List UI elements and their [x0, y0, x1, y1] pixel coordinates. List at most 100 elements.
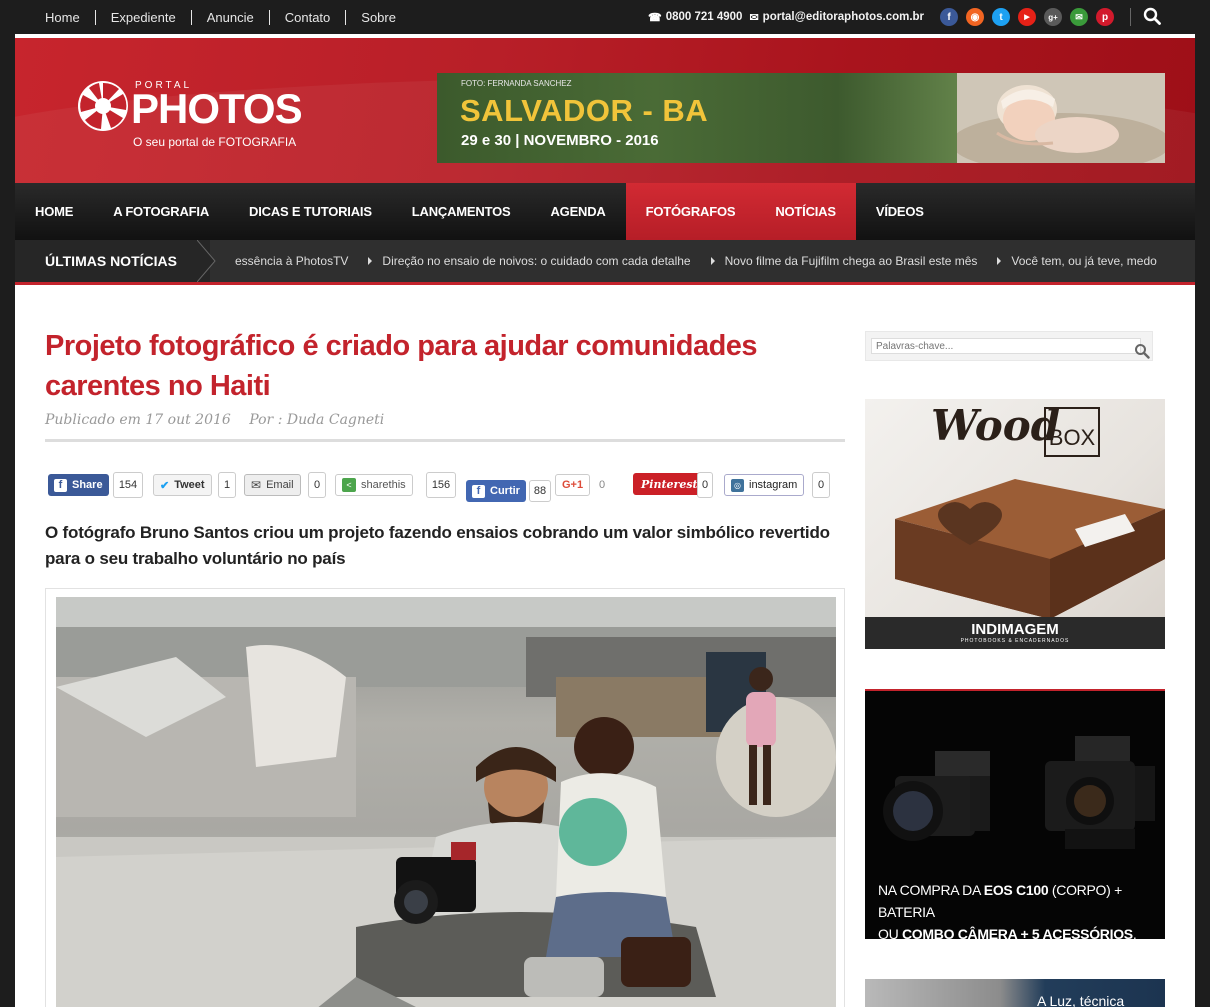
twitter-icon[interactable]: t [992, 8, 1010, 26]
ticker-arrow [197, 240, 216, 282]
article-title: Projeto fotográfico é criado para ajudar… [45, 330, 758, 402]
ticker-item[interactable]: Direção no ensaio de noivos: o cuidado c… [382, 254, 690, 268]
nav-lancamentos[interactable]: LANÇAMENTOS [392, 183, 531, 240]
contact-email[interactable]: portal@editoraphotos.com.br [763, 11, 924, 23]
wooden-box-image [895, 479, 1165, 619]
publish-date: Publicado em 17 out 2016 [45, 412, 231, 428]
canon-ad-line2a: OU [878, 926, 902, 939]
banner-dates: 29 e 30 | NOVEMBRO - 2016 [461, 132, 659, 149]
instagram-count: 0 [812, 472, 830, 498]
top-link-sobre[interactable]: Sobre [346, 10, 411, 25]
facebook-like-button[interactable]: f Curtir [466, 480, 526, 502]
google-plus-button[interactable]: G+1 [555, 474, 591, 496]
woodbox-maker-sub: PHOTOBOOKS & ENCADERNADOS [960, 638, 1070, 644]
woodbox-script: Wood [931, 401, 1061, 450]
social-icons: f ◉ t ▶ g+ ✉ p [940, 8, 1114, 26]
aperture-icon [78, 81, 128, 131]
sidebar-search [865, 331, 1153, 361]
search-input[interactable] [871, 338, 1141, 354]
search-icon[interactable] [1134, 343, 1150, 359]
email-share-button[interactable]: ✉ Email [244, 474, 301, 496]
rss-icon[interactable]: ◉ [966, 8, 984, 26]
ticker-item[interactable]: Novo filme da Fujifilm chega ao Brasil e… [725, 254, 978, 268]
nav-dicas-tutoriais[interactable]: DICAS E TUTORIAIS [229, 183, 392, 240]
ticker-bullet-icon [997, 257, 1002, 265]
article-photo-frame [45, 588, 845, 1007]
baby-photo [957, 73, 1165, 163]
share-bar: f Share 154 ✔ Tweet 1 ✉ Email 0 < sharet… [48, 472, 848, 502]
woodbox-ad[interactable]: Wood BOX INDIMAGEM PHOTOBOOKS & ENCADERN… [865, 399, 1165, 649]
pinterest-count: 0 [697, 472, 713, 498]
main-nav: HOME A FOTOGRAFIA DICAS E TUTORIAIS LANÇ… [15, 183, 1195, 240]
banner-city: SALVADOR - BA [460, 93, 709, 128]
email-icon[interactable]: ✉ [1070, 8, 1088, 26]
tweet-label: Tweet [174, 479, 205, 491]
banner-photo-credit: FOTO: FERNANDA SANCHEZ [461, 79, 572, 88]
nav-agenda[interactable]: AGENDA [530, 183, 625, 240]
ticker-bullet-icon [368, 257, 373, 265]
tweet-count: 1 [218, 472, 236, 498]
instagram-button[interactable]: ◎ instagram [724, 474, 805, 496]
event-banner[interactable]: FOTO: FERNANDA SANCHEZ SALVADOR - BA 29 … [437, 73, 1165, 163]
sharethis-button[interactable]: < sharethis [335, 474, 413, 496]
sharethis-count: 156 [426, 472, 456, 498]
instagram-icon: ◎ [731, 478, 744, 492]
canon-ad-line1b: EOS C100 [983, 882, 1049, 898]
third-ad-text: A Luz, técnica [1037, 993, 1125, 1007]
ticker-item[interactable]: Você tem, ou já teve, medo [1011, 254, 1156, 268]
canon-ad-line1a: NA COMPRA DA [878, 882, 984, 898]
nav-home[interactable]: HOME [15, 183, 93, 240]
envelope-icon: ✉ [749, 11, 759, 24]
google-plus-count: 0 [592, 474, 612, 496]
phone-number: 0800 721 4900 [665, 11, 743, 23]
ticker-item[interactable]: essência à PhotosTV [235, 254, 348, 268]
search-icon[interactable] [1143, 7, 1161, 25]
canon-ad-line2c: , [1132, 926, 1137, 939]
sharethis-icon: < [342, 478, 356, 492]
ticker-items: essência à PhotosTV Direção no ensaio de… [235, 240, 1175, 282]
site-logo[interactable]: PORTAL PHOTOS O seu portal de FOTOGRAFIA [77, 80, 307, 152]
page-edge-right [1195, 34, 1210, 1007]
facebook-share-count: 154 [113, 472, 143, 498]
top-link-contato[interactable]: Contato [270, 9, 347, 25]
site-header: PORTAL PHOTOS O seu portal de FOTOGRAFIA… [15, 38, 1195, 183]
article-meta: Publicado em 17 out 2016 Por : Duda Cagn… [45, 412, 845, 442]
envelope-icon: ✉ [251, 478, 262, 492]
article-photo[interactable] [56, 597, 836, 1007]
photo-scene [56, 597, 836, 1007]
tweet-button[interactable]: ✔ Tweet [153, 474, 212, 496]
nav-videos[interactable]: VÍDEOS [856, 183, 944, 240]
pinterest-icon[interactable]: p [1096, 8, 1114, 26]
top-bar: Home Expediente Anuncie Contato Sobre ☎ … [0, 0, 1210, 34]
news-ticker: ÚLTIMAS NOTÍCIAS essência à PhotosTV Dir… [15, 240, 1195, 285]
facebook-icon: f [472, 484, 485, 498]
ticker-bullet-icon [710, 257, 715, 265]
nav-a-fotografia[interactable]: A FOTOGRAFIA [93, 183, 229, 240]
woodbox-box-text: BOX [1044, 407, 1100, 457]
canon-ad-line2b: COMBO CÂMERA + 5 ACESSÓRIOS [902, 926, 1133, 939]
nav-fotografos[interactable]: FOTÓGRAFOS [625, 183, 756, 240]
top-link-anuncie[interactable]: Anuncie [192, 9, 270, 25]
instagram-label: instagram [749, 479, 798, 491]
ticker-label: ÚLTIMAS NOTÍCIAS [15, 240, 210, 282]
canon-ad[interactable]: NA COMPRA DA EOS C100 (CORPO) + BATERIA … [865, 689, 1165, 939]
facebook-share-label: Share [72, 479, 103, 491]
canon-ad-text: NA COMPRA DA EOS C100 (CORPO) + BATERIA … [878, 879, 1158, 939]
article-lead: O fotógrafo Bruno Santos criou um projet… [45, 523, 830, 568]
top-link-expediente[interactable]: Expediente [96, 9, 192, 25]
top-link-home[interactable]: Home [30, 9, 96, 25]
youtube-icon[interactable]: ▶ [1018, 8, 1036, 26]
pinterest-label: Pinterest [641, 477, 698, 491]
article-author[interactable]: Por : Duda Cagneti [249, 412, 384, 428]
facebook-icon: f [54, 478, 67, 492]
facebook-share-button[interactable]: f Share [48, 474, 109, 496]
email-share-count: 0 [308, 472, 326, 498]
logo-tagline: O seu portal de FOTOGRAFIA [133, 135, 297, 149]
facebook-icon[interactable]: f [940, 8, 958, 26]
woodbox-footer: INDIMAGEM PHOTOBOOKS & ENCADERNADOS [865, 617, 1165, 649]
google-plus-icon[interactable]: g+ [1044, 8, 1062, 26]
pinterest-button[interactable]: Pinterest [633, 473, 706, 495]
top-separator [1130, 8, 1131, 26]
nav-noticias[interactable]: NOTÍCIAS [755, 183, 856, 240]
third-ad[interactable]: A Luz, técnica [865, 979, 1165, 1007]
